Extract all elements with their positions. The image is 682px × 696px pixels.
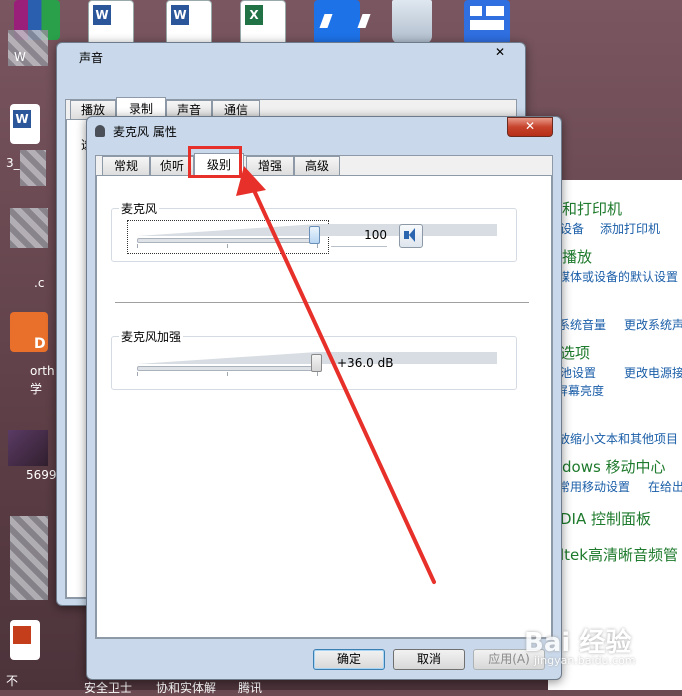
word-logo-icon: W xyxy=(93,5,111,25)
slider-tick xyxy=(317,372,318,376)
blurred-icon xyxy=(10,208,48,248)
microphone-value: 100 xyxy=(364,228,387,242)
close-button[interactable]: ✕ xyxy=(507,117,553,137)
slider-tick xyxy=(317,244,318,248)
grid-block-icon xyxy=(470,20,504,30)
logo-mark-icon xyxy=(319,14,371,28)
link[interactable]: 更改系统声 xyxy=(624,316,682,333)
microphone-boost-label: 麦克风加强 xyxy=(119,328,184,345)
blurred-icon xyxy=(8,430,48,466)
slider-tick xyxy=(227,372,228,376)
word-logo-icon: W xyxy=(13,110,31,128)
excel-document-icon[interactable]: X xyxy=(240,0,286,46)
app-shortcut-icon[interactable] xyxy=(314,0,371,44)
word-document-icon[interactable]: W xyxy=(10,104,40,144)
close-icon[interactable]: ✕ xyxy=(489,45,511,61)
desktop-label: 5699 xyxy=(26,468,57,482)
boost-value: +36.0 dB xyxy=(337,356,394,370)
link[interactable]: 系统音量 xyxy=(558,316,606,333)
section-heading[interactable]: 选项 xyxy=(560,342,590,363)
blurred-icon xyxy=(10,516,48,600)
ppt-logo-icon xyxy=(13,626,31,644)
microphone-slider-track xyxy=(137,238,319,243)
link[interactable]: 媒体或设备的默认设置 xyxy=(558,268,678,285)
speaker-mute-button[interactable] xyxy=(399,224,423,248)
link[interactable]: 在给出 xyxy=(648,478,682,495)
powerpoint-document-icon[interactable] xyxy=(10,620,40,660)
grid-block-icon xyxy=(486,6,504,16)
desktop-label: .c xyxy=(34,276,45,290)
tab-general[interactable]: 常规 xyxy=(102,156,150,176)
boost-slider-thumb[interactable] xyxy=(311,354,322,372)
desktop-label: 3_ xyxy=(6,156,20,170)
levels-tab-content: 麦克风 100 麦克风加强 +36.0 dB xyxy=(96,175,552,638)
desktop-label: 不 xyxy=(6,674,19,688)
control-panel-window: 和打印机 设备 添加打印机 播放 媒体或设备的默认设置 选项 系统音量 更改系统… xyxy=(548,180,682,690)
microphone-icon xyxy=(95,125,105,137)
section-heading[interactable]: dows 移动中心 xyxy=(562,456,666,477)
link[interactable]: 放缩小文本和其他项目 xyxy=(558,430,678,447)
microphone-properties-dialog: 麦克风 属性 ✕ 常规 侦听 级别 增强 高级 麦克风 100 麦克风加强 +3… xyxy=(86,116,562,680)
word-document-icon[interactable]: W xyxy=(166,0,212,46)
ok-button[interactable]: 确定 xyxy=(313,649,385,670)
tab-advanced[interactable]: 高级 xyxy=(294,156,340,176)
speaker-icon-cone xyxy=(409,228,415,242)
highlight-box xyxy=(188,146,242,178)
watermark-url: jingyan.baidu.com xyxy=(534,654,636,667)
desktop-label: orth xyxy=(30,364,55,378)
link[interactable]: 池设置 xyxy=(560,364,596,381)
window-title: 声音 xyxy=(79,51,104,65)
desktop-label: 协和实体解 xyxy=(156,681,217,695)
desktop-label: W xyxy=(14,50,26,64)
link[interactable]: 设备 xyxy=(560,220,584,237)
link[interactable]: 更改电源接 xyxy=(624,364,682,381)
word-logo-icon: W xyxy=(171,5,189,25)
slider-tick xyxy=(227,244,228,248)
excel-logo-icon: X xyxy=(245,5,263,25)
section-heading[interactable]: 和打印机 xyxy=(562,198,622,219)
link[interactable]: 添加打印机 xyxy=(600,220,660,237)
microphone-slider-thumb[interactable] xyxy=(309,226,320,244)
slider-tick xyxy=(137,244,138,248)
cancel-button[interactable]: 取消 xyxy=(393,649,465,670)
mic-tab-panel: 常规 侦听 级别 增强 高级 麦克风 100 麦克风加强 +36.0 dB xyxy=(95,153,553,639)
section-heading[interactable]: ltek高清晰音频管 xyxy=(560,544,678,565)
word-document-icon[interactable]: W xyxy=(88,0,134,46)
shortcut-icon[interactable] xyxy=(464,0,510,44)
recycle-bin-icon[interactable] xyxy=(392,0,432,44)
microphone-level-label: 麦克风 xyxy=(119,200,160,217)
blurred-icon xyxy=(20,150,46,186)
pdf-document-icon[interactable]: D xyxy=(10,312,48,352)
grid-block-icon xyxy=(470,6,482,16)
levels-separator xyxy=(115,302,529,303)
desktop-label: 学 xyxy=(30,382,43,396)
link[interactable]: 屏幕亮度 xyxy=(556,382,604,399)
section-heading[interactable]: 播放 xyxy=(562,246,592,267)
desktop-label: 安全卫士 xyxy=(84,681,133,695)
tab-enhancements[interactable]: 增强 xyxy=(246,156,294,176)
desktop-label: 腾讯 xyxy=(238,681,263,695)
link[interactable]: 常用移动设置 xyxy=(558,478,630,495)
boost-slider-track xyxy=(137,366,319,371)
slider-tick xyxy=(137,372,138,376)
window-title: 麦克风 属性 xyxy=(113,125,177,139)
section-heading[interactable]: DIA 控制面板 xyxy=(560,508,651,529)
document-letter: D xyxy=(34,336,46,352)
